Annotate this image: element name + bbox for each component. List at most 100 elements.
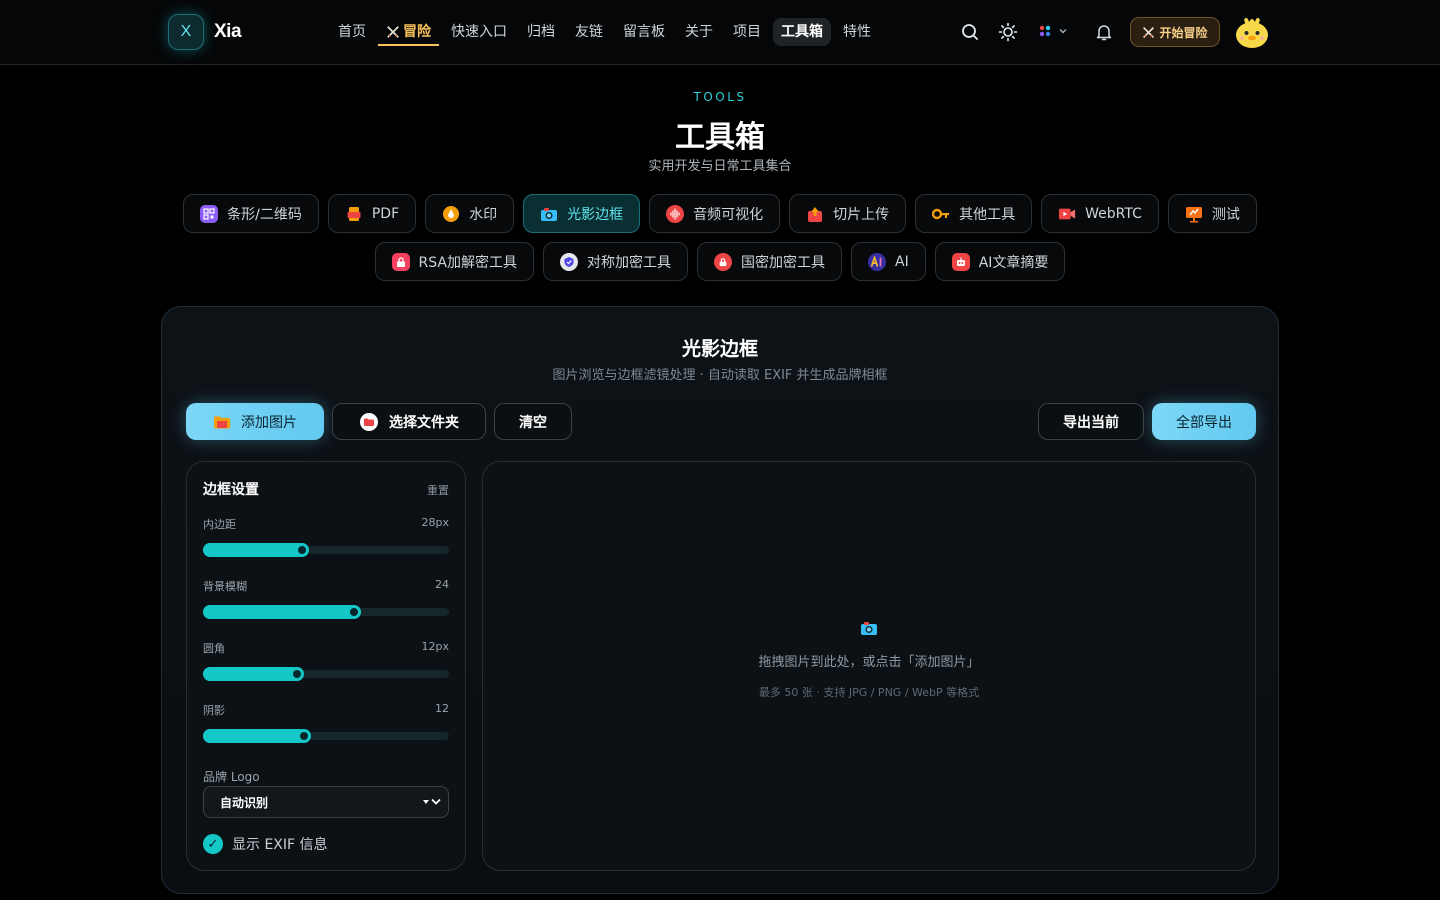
slider-thumb[interactable] xyxy=(295,543,309,557)
tab-webrtc[interactable]: WebRTC xyxy=(1041,194,1159,233)
slider-thumb[interactable] xyxy=(290,667,304,681)
tab-symmetric-crypto[interactable]: 对称加密工具 xyxy=(543,242,688,281)
pdf-icon xyxy=(345,205,363,223)
slider-fill xyxy=(203,605,358,619)
tab-label: 其他工具 xyxy=(959,206,1016,223)
select-folder-label: 选择文件夹 xyxy=(389,414,459,431)
upload-icon xyxy=(806,205,824,223)
exif-label: 显示 EXIF 信息 xyxy=(232,837,328,853)
select-folder-button[interactable]: 选择文件夹 xyxy=(332,403,486,440)
tab-label: 光影边框 xyxy=(567,206,624,223)
sun-icon[interactable] xyxy=(998,22,1018,42)
tab-label: 水印 xyxy=(469,206,498,223)
nav-label: 留言板 xyxy=(623,24,665,40)
nav-home[interactable]: 首页 xyxy=(330,18,374,46)
start-adventure-button[interactable]: 开始冒险 xyxy=(1130,17,1220,47)
radius-value: 12px xyxy=(421,640,450,653)
section-eyebrow: TOOLS xyxy=(693,90,747,104)
tab-other-tools[interactable]: 其他工具 xyxy=(915,194,1033,233)
page-title: 工具箱 xyxy=(675,120,765,155)
export-current-button[interactable]: 导出当前 xyxy=(1038,403,1144,440)
exif-checkbox[interactable]: ✓ 显示 EXIF 信息 xyxy=(203,834,328,854)
settings-title: 边框设置 xyxy=(203,482,259,498)
light-frame-panel: 光影边框 图片浏览与边框滤镜处理 · 自动读取 EXIF 并生成品牌相框 添加图… xyxy=(161,306,1279,894)
slider-thumb[interactable] xyxy=(297,729,311,743)
tab-label: RSA加解密工具 xyxy=(418,254,517,271)
tab-label: 条形/二维码 xyxy=(227,206,302,223)
tab-rsa-crypto[interactable]: RSA加解密工具 xyxy=(374,242,534,281)
nav-label: 归档 xyxy=(527,24,555,40)
slider-fill xyxy=(203,667,301,681)
nav-friends[interactable]: 友链 xyxy=(567,18,611,46)
theme-color-picker[interactable] xyxy=(1038,24,1068,38)
nav-adventure[interactable]: 冒险 xyxy=(378,18,439,46)
brand-logo-select[interactable]: 自动识别 xyxy=(203,786,449,818)
tab-audio-visualization[interactable]: 音频可视化 xyxy=(649,194,781,233)
tab-pdf[interactable]: PDF xyxy=(327,194,417,233)
blur-label: 背景模糊 xyxy=(203,580,247,593)
nav-label: 特性 xyxy=(843,24,871,40)
brand-logo-selected: 自动识别 xyxy=(220,795,269,810)
tab-label: 音频可视化 xyxy=(693,206,764,223)
image-drop-zone[interactable]: 拖拽图片到此处，或点击「添加图片」 最多 50 张 · 支持 JPG / PNG… xyxy=(482,461,1256,871)
test-icon xyxy=(1185,205,1203,223)
nav-archive[interactable]: 归档 xyxy=(519,18,563,46)
folder-icon xyxy=(214,416,230,428)
export-all-button[interactable]: 全部导出 xyxy=(1152,403,1256,440)
tab-label: 国密加密工具 xyxy=(741,254,825,271)
tab-sm-crypto[interactable]: 国密加密工具 xyxy=(697,242,842,281)
nav-label: 友链 xyxy=(575,24,603,40)
site-logo[interactable]: X Xia xyxy=(168,14,242,50)
shield-icon xyxy=(560,252,578,271)
tab-label: AI xyxy=(895,253,909,270)
checkmark-icon: ✓ xyxy=(203,834,223,854)
avatar[interactable] xyxy=(1234,14,1270,50)
bell-icon[interactable] xyxy=(1094,22,1114,42)
tab-label: 对称加密工具 xyxy=(587,254,671,271)
camera-icon xyxy=(540,205,558,223)
drop-zone-subtext: 最多 50 张 · 支持 JPG / PNG / WebP 等格式 xyxy=(758,686,980,699)
search-icon[interactable] xyxy=(960,22,980,42)
nav-toolbox[interactable]: 工具箱 xyxy=(773,18,831,46)
panel-title: 光影边框 xyxy=(681,338,758,360)
border-settings-panel: 边框设置 重置 内边距 28px 背景模糊 24 圆角 12px 阴影 12 品… xyxy=(186,461,466,871)
folder-open-icon xyxy=(360,412,378,431)
logo-mark: X xyxy=(168,14,204,50)
tab-chunk-upload[interactable]: 切片上传 xyxy=(789,194,907,233)
blur-value: 24 xyxy=(435,578,449,591)
tab-label: PDF xyxy=(371,205,400,222)
padding-label: 内边距 xyxy=(203,518,236,531)
audio-icon xyxy=(666,204,685,223)
tab-ai-summary[interactable]: AI文章摘要 xyxy=(934,242,1066,281)
tab-label: WebRTC xyxy=(1085,205,1142,222)
export-current-label: 导出当前 xyxy=(1063,414,1119,431)
nav-quick-entry[interactable]: 快速入口 xyxy=(443,18,515,46)
tab-test[interactable]: 测试 xyxy=(1167,194,1257,233)
tab-ai[interactable]: AI xyxy=(851,242,926,281)
radius-label: 圆角 xyxy=(203,642,225,655)
nav-label: 首页 xyxy=(338,24,366,40)
tab-label: AI文章摘要 xyxy=(978,254,1049,271)
nav-features[interactable]: 特性 xyxy=(835,18,879,46)
add-image-button[interactable]: 添加图片 xyxy=(186,403,324,440)
nav-label: 关于 xyxy=(685,24,713,40)
tab-watermark[interactable]: 水印 xyxy=(425,194,515,233)
padding-slider[interactable] xyxy=(203,543,449,557)
nav-about[interactable]: 关于 xyxy=(677,18,721,46)
clear-button[interactable]: 清空 xyxy=(494,403,572,440)
blur-slider[interactable] xyxy=(203,605,449,619)
lock-icon xyxy=(714,252,732,271)
nav-projects[interactable]: 项目 xyxy=(725,18,769,46)
page-subtitle: 实用开发与日常工具集合 xyxy=(648,159,792,174)
tab-light-frame[interactable]: 光影边框 xyxy=(523,194,641,233)
shadow-value: 12 xyxy=(435,702,449,715)
reset-link[interactable]: 重置 xyxy=(427,482,449,498)
slider-thumb[interactable] xyxy=(347,605,361,619)
nav-guestbook[interactable]: 留言板 xyxy=(615,18,673,46)
drop-zone-text: 拖拽图片到此处，或点击「添加图片」 xyxy=(758,655,980,670)
export-all-label: 全部导出 xyxy=(1176,414,1232,431)
shadow-slider[interactable] xyxy=(203,729,449,743)
radius-slider[interactable] xyxy=(203,667,449,681)
tools-tabs-row-1: 条形/二维码 PDF 水印 光影边框 音频可视化 切片上传 其他工具 WebRT… xyxy=(0,194,1440,233)
tab-barcode-qrcode[interactable]: 条形/二维码 xyxy=(183,194,319,233)
